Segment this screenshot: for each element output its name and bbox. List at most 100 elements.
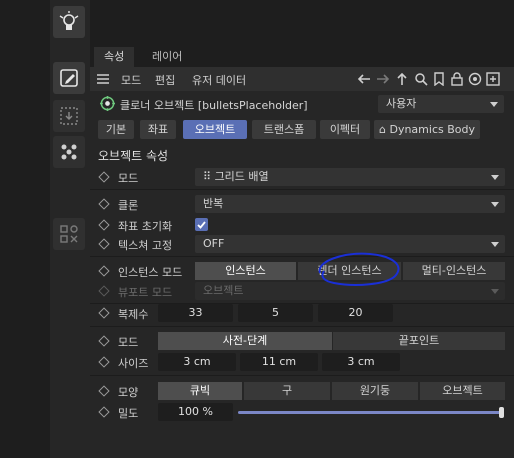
checkmark-icon xyxy=(197,221,206,229)
tab-object[interactable]: 오브젝트 xyxy=(183,120,247,139)
fix-texture-value: OFF xyxy=(203,237,225,250)
instance-option[interactable]: 인스턴스 xyxy=(195,262,296,280)
object-header: 클로너 오브젝트 [bulletsPlaceholder] 사용자 xyxy=(90,93,514,115)
row-fix-texture: 텍스쳐 고정 OFF xyxy=(90,234,514,254)
count-z-field[interactable]: 20 xyxy=(318,304,393,322)
keyframe-diamond-icon[interactable] xyxy=(98,307,110,319)
object-option[interactable]: 오브젝트 xyxy=(420,382,505,400)
tab-basic[interactable]: 기본 xyxy=(98,120,134,139)
endpoint-option[interactable]: 끝포인트 xyxy=(333,332,505,350)
size-label-text: 사이즈 xyxy=(118,357,149,370)
lock-icon[interactable] xyxy=(449,71,465,87)
divider xyxy=(90,375,514,376)
clone-value: 반복 xyxy=(203,197,224,210)
mode-dropdown[interactable]: ⠿ 그리드 배열 xyxy=(195,168,505,186)
row-mode: 모드 ⠿ 그리드 배열 xyxy=(90,167,514,187)
count-x-field[interactable]: 33 xyxy=(158,304,233,322)
hamburger-icon[interactable] xyxy=(95,71,111,87)
chevron-down-icon xyxy=(491,202,499,207)
row-size: 사이즈 3 cm 11 cm 3 cm xyxy=(90,352,514,372)
annotation-circle xyxy=(318,252,400,286)
density-label: 밀도 xyxy=(118,407,139,420)
arrow-left-icon[interactable] xyxy=(356,71,372,87)
mode-value: 그리드 배열 xyxy=(214,170,269,183)
keyframe-diamond-icon[interactable] xyxy=(98,198,110,210)
divider xyxy=(90,256,514,257)
tab-attributes[interactable]: 속성 xyxy=(94,47,135,67)
dotted-download-icon xyxy=(60,107,78,125)
keyframe-diamond-icon[interactable] xyxy=(98,356,110,368)
object-title: 클로너 오브젝트 [bulletsPlaceholder] xyxy=(120,99,308,112)
tab-dynamics-body-label: Dynamics Body xyxy=(389,123,475,136)
keyframe-diamond-icon[interactable] xyxy=(98,265,110,277)
cloner-object-icon xyxy=(100,96,115,111)
divider xyxy=(90,189,514,190)
keyframe-diamond-icon[interactable] xyxy=(98,406,110,418)
arrow-right-icon[interactable] xyxy=(375,71,391,87)
reset-coords-checkbox[interactable] xyxy=(195,218,208,231)
attributes-panel: 속성 레이어 모드 편집 유저 데이터 클로너 오브젝트 [bulletsPla… xyxy=(90,47,514,458)
dotted-box-tool-button[interactable] xyxy=(53,100,85,132)
mode-label: 모드 xyxy=(118,172,139,185)
left-toolbar xyxy=(50,0,90,458)
keyframe-diamond-icon[interactable] xyxy=(98,238,110,250)
density-field[interactable]: 100 % xyxy=(158,403,233,421)
count-label: 복제수 xyxy=(118,308,149,321)
size-y-field[interactable]: 11 cm xyxy=(240,353,318,371)
home-icon: ⌂ xyxy=(379,123,390,136)
chevron-down-icon xyxy=(491,175,499,180)
tab-effectors[interactable]: 이펙터 xyxy=(320,120,370,139)
bulb-tool-button[interactable] xyxy=(53,6,85,38)
keyframe-diamond-icon[interactable] xyxy=(98,385,110,397)
object-tab-row: 기본 좌표 오브젝트 트랜스폼 이펙터 ⌂ Dynamics Body xyxy=(90,120,514,140)
cubic-option[interactable]: 큐빅 xyxy=(158,382,242,400)
menu-bar: 모드 편집 유저 데이터 xyxy=(90,67,514,91)
reset-coords-label: 좌표 초기화 xyxy=(118,220,173,233)
chevron-down-icon xyxy=(491,289,499,294)
keyframe-diamond-icon[interactable] xyxy=(98,171,110,183)
keyframe-diamond-icon[interactable] xyxy=(98,219,110,231)
clone-label: 클론 xyxy=(118,199,139,212)
per-step-option[interactable]: 사전-단계 xyxy=(158,332,332,350)
keyframe-diamond-icon[interactable] xyxy=(98,335,110,347)
bookmark-icon[interactable] xyxy=(431,71,447,87)
row-reset-coords: 좌표 초기화 xyxy=(90,215,514,235)
target-icon[interactable] xyxy=(467,71,483,87)
cylinder-option[interactable]: 원기둥 xyxy=(332,382,418,400)
row-viewport-mode: 뷰포트 모드 오브젝트 xyxy=(90,281,514,301)
fix-texture-label: 텍스쳐 고정 xyxy=(118,239,173,252)
instance-mode-label: 인스턴스 모드 xyxy=(118,266,183,279)
chevron-down-icon xyxy=(490,102,498,107)
row-clone: 클론 반복 xyxy=(90,194,514,214)
panel-tab-bar: 속성 레이어 xyxy=(90,47,514,67)
viewport-mode-value: 오브젝트 xyxy=(203,284,244,297)
shapes-tool-button[interactable] xyxy=(53,218,85,250)
menu-user-data[interactable]: 유저 데이터 xyxy=(192,72,246,88)
new-window-icon[interactable] xyxy=(485,71,501,87)
tab-dynamics-body[interactable]: ⌂ Dynamics Body xyxy=(374,120,480,139)
menu-edit[interactable]: 편집 xyxy=(155,72,175,88)
row-instance-mode: 인스턴스 모드 인스턴스 렌더 인스턴스 멀티-인스턴스 xyxy=(90,261,514,281)
clone-dropdown[interactable]: 반복 xyxy=(195,195,505,213)
shape-label: 모양 xyxy=(118,386,139,399)
section-title: 오브젝트 속성 xyxy=(98,149,169,163)
count-y-field[interactable]: 5 xyxy=(238,304,313,322)
menu-mode[interactable]: 모드 xyxy=(121,72,141,88)
tab-transform[interactable]: 트랜스폼 xyxy=(252,120,316,139)
size-mode-label: 모드 xyxy=(118,336,139,349)
size-x-field[interactable]: 3 cm xyxy=(158,353,236,371)
multi-instance-option[interactable]: 멀티-인스턴스 xyxy=(403,262,505,280)
keyframe-diamond-icon xyxy=(98,285,110,297)
search-icon[interactable] xyxy=(413,71,429,87)
arrow-up-icon[interactable] xyxy=(394,71,410,87)
edit-tool-button[interactable] xyxy=(53,62,85,94)
tab-coord[interactable]: 좌표 xyxy=(140,120,176,139)
density-slider-handle[interactable] xyxy=(499,407,504,418)
pencil-box-icon xyxy=(60,69,78,87)
grid-dots-tool-button[interactable] xyxy=(53,136,85,168)
size-z-field[interactable]: 3 cm xyxy=(322,353,400,371)
user-mode-dropdown[interactable]: 사용자 xyxy=(378,95,504,113)
density-slider[interactable] xyxy=(238,411,502,414)
sphere-option[interactable]: 구 xyxy=(244,382,330,400)
tab-layers[interactable]: 레이어 xyxy=(142,47,192,67)
